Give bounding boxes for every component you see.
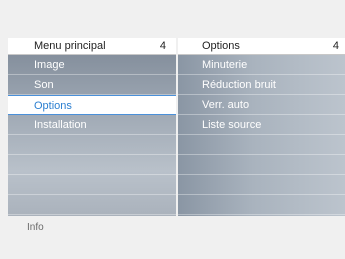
main-menu-panel: Menu principal 4 Image Son Options Insta… (8, 38, 176, 216)
empty-row (8, 155, 176, 175)
submenu-item-label: Liste source (202, 119, 262, 131)
empty-row (178, 135, 345, 155)
submenu-item-label: Réduction bruit (202, 79, 276, 91)
options-submenu-count: 4 (332, 40, 339, 52)
info-label: Info (27, 222, 44, 233)
submenu-item-label: Verr. auto (202, 99, 250, 111)
info-bar (8, 216, 345, 244)
submenu-item-liste-source[interactable]: Liste source (178, 115, 345, 135)
submenu-item-minuterie[interactable]: Minuterie (178, 55, 345, 75)
empty-row (8, 175, 176, 195)
options-submenu-header: Options 4 (178, 38, 345, 55)
submenu-item-verr-auto[interactable]: Verr. auto (178, 95, 345, 115)
empty-row (178, 175, 345, 195)
submenu-item-label: Minuterie (202, 59, 248, 71)
options-submenu-panel: Options 4 Minuterie Réduction bruit Verr… (178, 38, 345, 216)
empty-row (8, 195, 176, 215)
menu-item-label: Image (34, 59, 65, 71)
menu-item-image[interactable]: Image (8, 55, 176, 75)
main-menu-header: Menu principal 4 (8, 38, 176, 55)
main-menu-count: 4 (159, 40, 166, 52)
main-menu-title: Menu principal (34, 40, 106, 52)
menu-item-label: Son (34, 79, 54, 91)
menu-item-options[interactable]: Options (8, 95, 176, 115)
empty-row (178, 195, 345, 215)
submenu-item-reduction-bruit[interactable]: Réduction bruit (178, 75, 345, 95)
menu-item-son[interactable]: Son (8, 75, 176, 95)
menu-item-installation[interactable]: Installation (8, 115, 176, 135)
options-submenu-title: Options (202, 40, 240, 52)
empty-row (178, 155, 345, 175)
menu-item-label: Options (34, 100, 72, 112)
menu-item-label: Installation (34, 119, 87, 131)
empty-row (8, 135, 176, 155)
top-strip (0, 0, 345, 38)
